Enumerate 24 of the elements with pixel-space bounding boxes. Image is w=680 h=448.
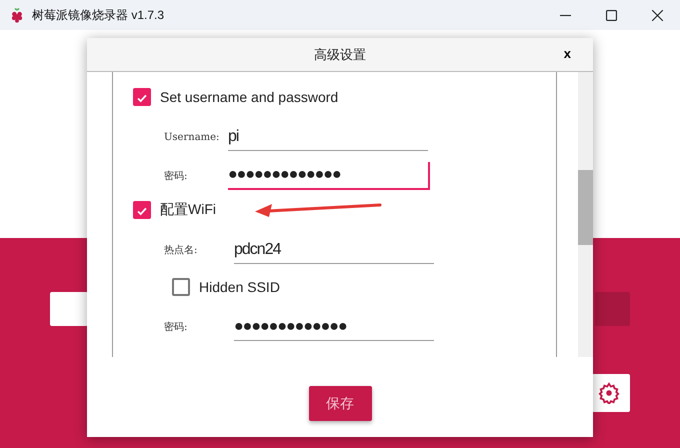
scrollbar-thumb[interactable] [578,170,593,245]
field-label: 热点名: [164,244,198,257]
checkbox[interactable] [133,201,151,219]
field-label: Username: [164,132,220,142]
checkbox-label: Hidden SSID [199,279,280,295]
close-button[interactable]: x [562,46,573,61]
close-icon [652,10,662,20]
scrollbar[interactable] [578,72,593,357]
save-button[interactable]: 保存 [308,386,372,421]
checkbox-label: Set username and password [160,89,338,105]
maximize-icon [606,10,616,20]
checkbox[interactable] [172,278,190,296]
field-label: 密码: [164,320,188,334]
checkbox-label: 配置WiFi [160,201,216,219]
input-field[interactable]: pi [228,124,428,150]
checkbox[interactable] [133,88,151,106]
input-field[interactable]: pdcn24 [234,236,434,264]
input-field[interactable]: ●●●●●●●●●●●●● [228,162,430,190]
input-field[interactable]: ●●●●●●●●●●●●● [234,314,434,340]
window-title: 树莓派镜像烧录器 v1.7.3 [32,6,164,24]
field-label: 密码: [164,170,188,183]
gear-icon [598,382,620,404]
dialog-title: 高级设置 [314,46,366,64]
raspberry-icon [10,7,24,23]
